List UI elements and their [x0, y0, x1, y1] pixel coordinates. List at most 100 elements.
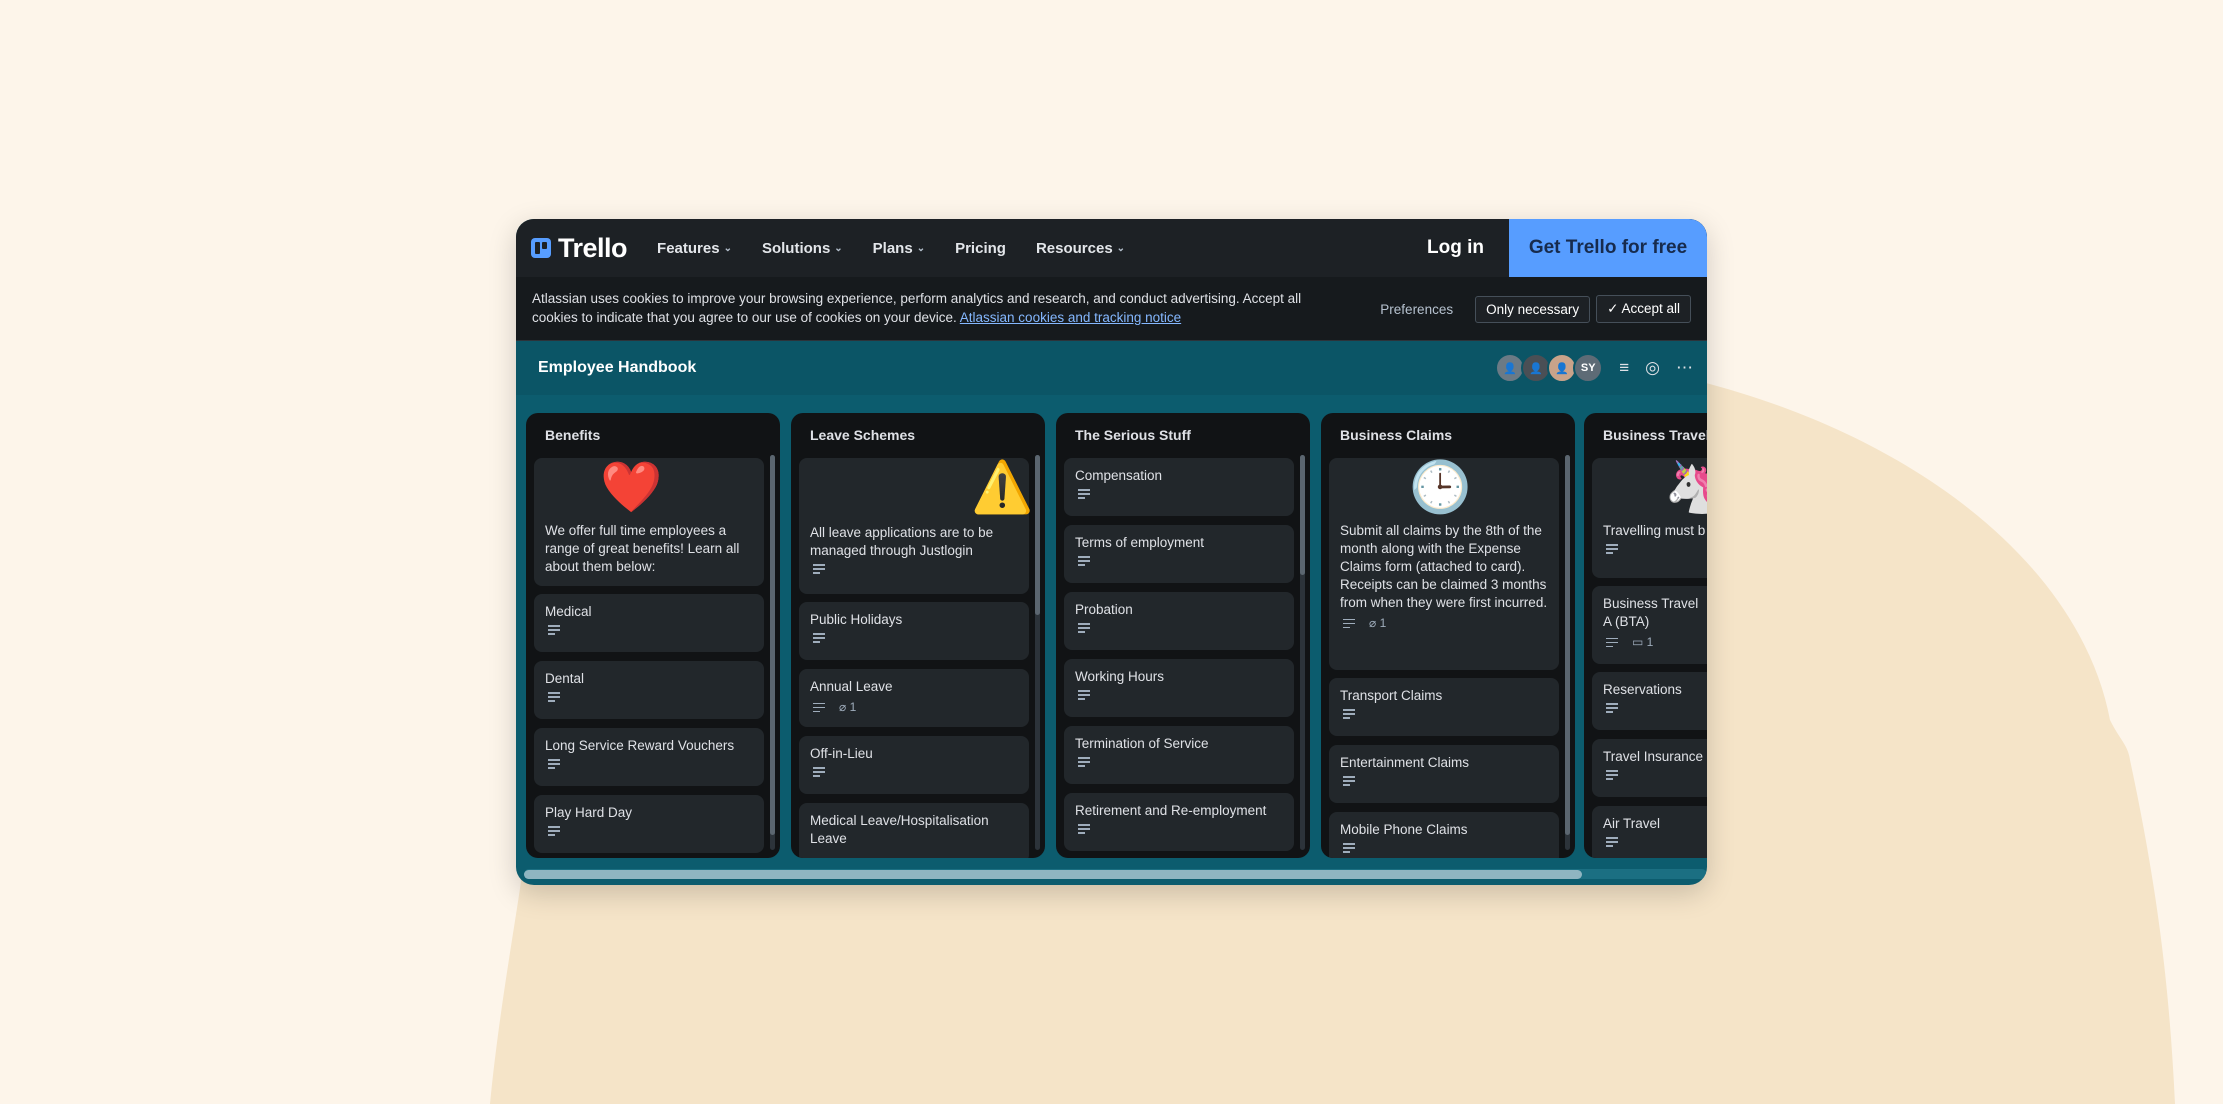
list-item[interactable]: Compensation [1064, 458, 1294, 516]
only-necessary-button[interactable]: Only necessary [1475, 295, 1591, 323]
card-meta [813, 564, 1029, 574]
description-icon [548, 625, 560, 635]
nav-solutions[interactable]: Solutions ⌄ [762, 240, 843, 257]
list-item[interactable]: Off-in-Lieu [799, 736, 1029, 794]
nav-solutions-label: Solutions [761, 239, 831, 257]
card-meta: ⌀ 1 [813, 700, 1029, 714]
attachment-count: ⌀ 1 [839, 700, 856, 714]
chevron-down-icon: ⌄ [834, 242, 843, 254]
card-meta [1078, 623, 1294, 633]
description-icon [1078, 757, 1090, 767]
filter-icon[interactable]: ≡ [1619, 358, 1629, 378]
nav-pricing[interactable]: Pricing [955, 240, 1006, 257]
list-item[interactable]: Entertainment Claims [1329, 745, 1559, 803]
card-title: Terms of employment [1075, 535, 1205, 550]
card-title: Long Service Reward Vouchers [545, 738, 735, 753]
top-navigation: Trello Features ⌄ Solutions ⌄ Plans ⌄ Prici… [516, 219, 1707, 277]
list-business-travel: Business Travel 🦄 Travelling must b Busi… [1584, 413, 1707, 858]
avatar-sy[interactable]: SY [1573, 353, 1604, 383]
list-item[interactable]: Dental [534, 661, 764, 719]
card-title: Public Holidays [810, 612, 903, 627]
list-item[interactable]: Medical Leave/Hospitalisation Leave [799, 803, 1029, 858]
board-horizontal-scrollbar-thumb[interactable] [524, 870, 1582, 879]
card-title: Working Hours [1075, 669, 1165, 684]
list-item[interactable]: Play Hard Day [534, 795, 764, 853]
chevron-down-icon: ⌄ [723, 242, 732, 254]
card-title: Medical Leave/Hospitalisation Leave [810, 813, 989, 846]
list-item[interactable]: Termination of Service [1064, 726, 1294, 784]
board-header-actions: 👤 👤 👤 SY ≡ ◎ ⋯ [1495, 353, 1693, 383]
list-item[interactable]: ⚠️ All leave applications are to be mana… [799, 458, 1033, 594]
list-item[interactable]: Reservations [1592, 672, 1707, 730]
nav-pricing-label: Pricing [955, 239, 1006, 257]
card-meta [548, 826, 764, 836]
description-icon [1343, 618, 1355, 628]
list-item[interactable]: Air Travel [1592, 806, 1707, 858]
list-scrollbar-thumb[interactable] [770, 455, 775, 835]
board-title[interactable]: Employee Handbook [538, 359, 696, 377]
preferences-button[interactable]: Preferences [1380, 302, 1453, 317]
description-icon [1606, 770, 1618, 780]
description-icon [813, 564, 825, 574]
list-scrollbar-thumb[interactable] [1565, 455, 1570, 835]
unicorn-icon: 🦄 [1664, 459, 1707, 515]
globe-icon[interactable]: ◎ [1645, 358, 1660, 378]
card-meta [548, 625, 764, 635]
list-item[interactable]: Working Hours [1064, 659, 1294, 717]
list-business-claims: Business Claims 🕒 Submit all claims by t… [1321, 413, 1575, 858]
list-item[interactable]: Business Travel A (BTA) ▭ 1 [1592, 586, 1707, 664]
nav-plans[interactable]: Plans ⌄ [873, 240, 925, 257]
card-title: We offer full time employees a range of … [545, 523, 740, 574]
list-title[interactable]: Benefits [545, 427, 780, 455]
card-title: Submit all claims by the 8th of the mont… [1340, 523, 1548, 610]
card-meta [1606, 544, 1707, 554]
card-title: Transport Claims [1340, 688, 1443, 703]
description-icon [548, 826, 560, 836]
card-meta [1078, 757, 1294, 767]
accept-all-label: Accept all [1621, 301, 1680, 316]
nav-features[interactable]: Features ⌄ [657, 240, 732, 257]
card-title: All leave applications are to be managed… [810, 525, 994, 558]
list-title[interactable]: Business Travel [1603, 427, 1707, 455]
nav-features-label: Features [657, 239, 720, 257]
list-item[interactable]: Retirement and Re-employment [1064, 793, 1294, 851]
cookie-notice-link[interactable]: Atlassian cookies and tracking notice [960, 310, 1181, 325]
list-item[interactable]: Annual Leave ⌀ 1 [799, 669, 1029, 727]
list-item[interactable]: Medical [534, 594, 764, 652]
list-title[interactable]: The Serious Stuff [1075, 427, 1310, 455]
list-scrollbar-thumb[interactable] [1035, 455, 1040, 615]
list-title[interactable]: Business Claims [1340, 427, 1575, 455]
cookie-text-block: Atlassian uses cookies to improve your b… [532, 289, 1332, 327]
list-item[interactable]: ❤️ We offer full time employees a range … [534, 458, 764, 586]
login-link[interactable]: Log in [1427, 237, 1484, 259]
list-scrollbar-thumb[interactable] [1300, 455, 1305, 575]
card-meta [1343, 843, 1559, 853]
nav-resources[interactable]: Resources ⌄ [1036, 240, 1125, 257]
description-icon [1343, 709, 1355, 719]
list-item[interactable]: Long Service Reward Vouchers [534, 728, 764, 786]
list-item[interactable]: Probation [1064, 592, 1294, 650]
card-title: Termination of Service [1075, 736, 1209, 751]
get-trello-button[interactable]: Get Trello for free [1509, 219, 1707, 277]
list-title[interactable]: Leave Schemes [810, 427, 1045, 455]
card-meta [548, 692, 764, 702]
description-icon [1606, 544, 1618, 554]
card-meta [813, 633, 1029, 643]
list-item[interactable]: Terms of employment [1064, 525, 1294, 583]
chevron-down-icon: ⌄ [1116, 242, 1126, 254]
list-item[interactable]: Mobile Phone Claims [1329, 812, 1559, 858]
paperclip-icon: ⌀ [1369, 616, 1380, 630]
list-item[interactable]: Transport Claims [1329, 678, 1559, 736]
list-item[interactable]: 🦄 Travelling must b [1592, 458, 1707, 578]
more-icon[interactable]: ⋯ [1676, 358, 1693, 378]
list-item[interactable]: Public Holidays [799, 602, 1029, 660]
list-item[interactable]: 🕒 Submit all claims by the 8th of the mo… [1329, 458, 1559, 670]
accept-all-button[interactable]: ✓ Accept all [1596, 295, 1691, 323]
card-meta: ⌀ 1 [1343, 616, 1559, 630]
nav-resources-label: Resources [1035, 239, 1113, 257]
list-item[interactable]: Travel Insurance [1592, 739, 1707, 797]
trello-logo[interactable]: Trello [531, 233, 628, 264]
description-icon [813, 702, 825, 712]
description-icon [1343, 843, 1355, 853]
heart-icon: ❤️ [600, 459, 663, 515]
